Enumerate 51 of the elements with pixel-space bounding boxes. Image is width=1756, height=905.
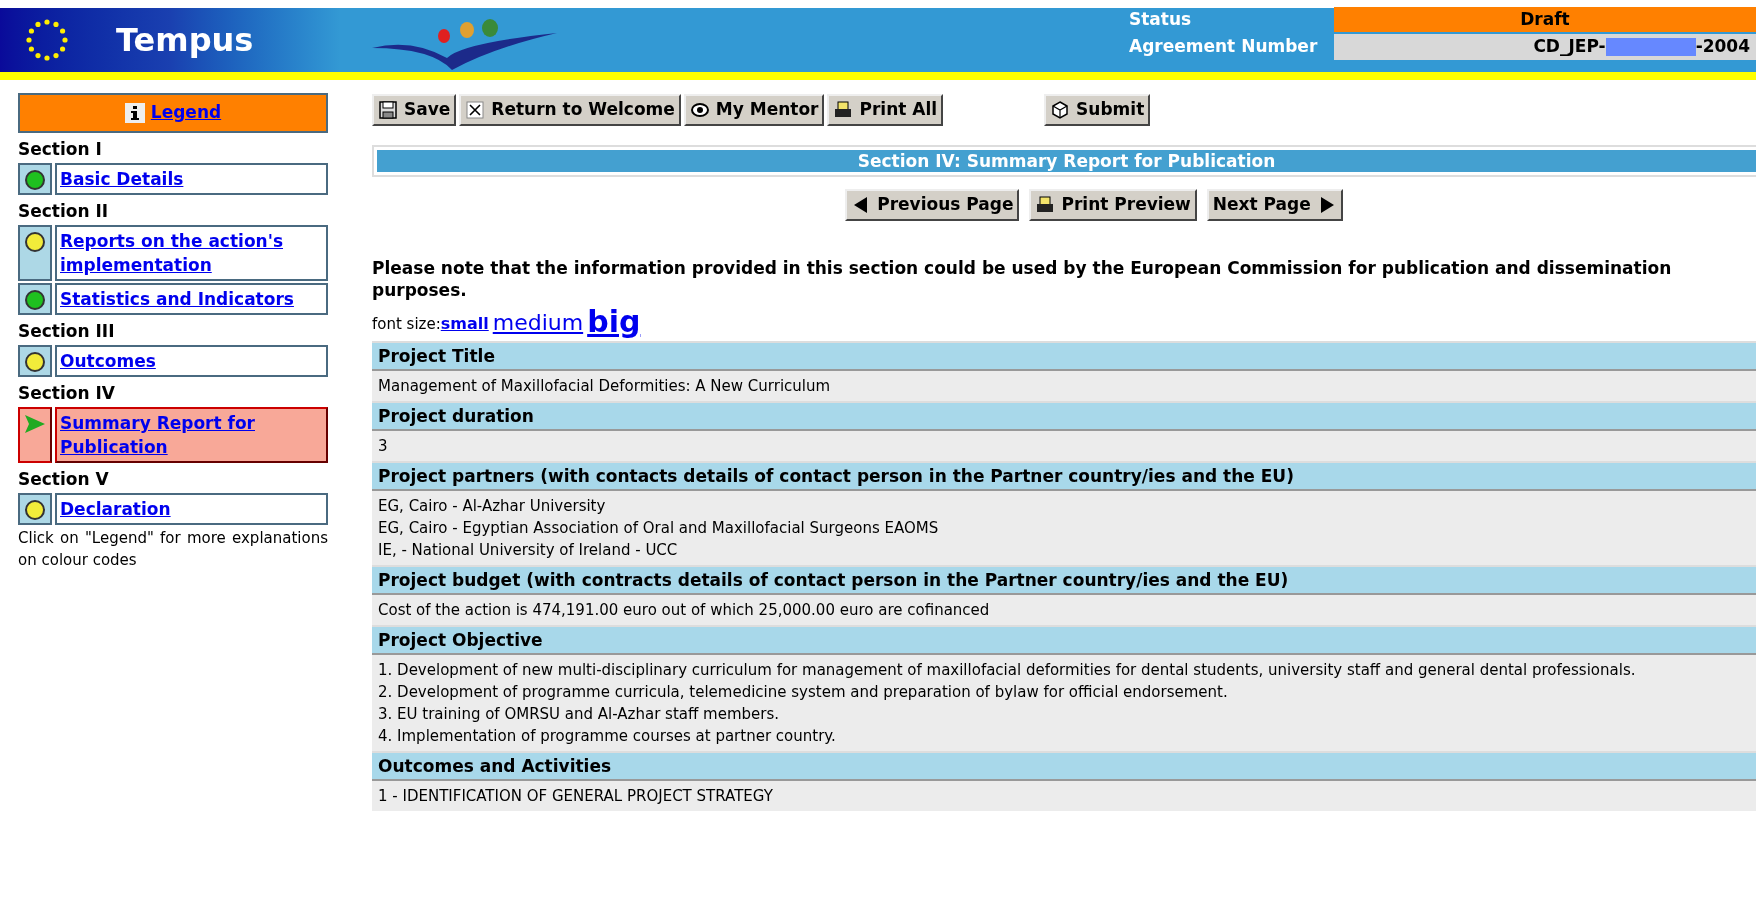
eye-icon bbox=[689, 100, 710, 120]
font-size-label: font size: bbox=[372, 313, 441, 335]
field-heading: Project budget (with contracts details of contact person in the Partner country/ies and the EU) bbox=[372, 565, 1756, 595]
field-value: 1 - IDENTIFICATION OF GENERAL PROJECT STRATEGY bbox=[378, 786, 774, 807]
info-icon bbox=[124, 103, 145, 123]
section-heading: Section IV bbox=[18, 382, 116, 405]
status-label: Status bbox=[1129, 7, 1193, 31]
font-size-link[interactable]: big bbox=[587, 305, 641, 339]
section-title-bar: Section IV: Summary Report for Publication bbox=[377, 150, 1756, 172]
field-value: Cost of the action is 474,191.00 euro out of which 25,000.00 euro are cofinanced bbox=[378, 600, 991, 621]
agreement-number-prefix: CD_JEP- bbox=[1533, 35, 1606, 58]
toolbar-button[interactable]: Print All bbox=[827, 94, 944, 126]
field-value: 4. Implementation of programme courses at partner country. bbox=[378, 726, 837, 747]
play-arrow-icon bbox=[24, 414, 46, 434]
site-title: Tempus bbox=[116, 20, 254, 61]
toolbar-button[interactable]: Next Page bbox=[1206, 189, 1343, 221]
status-value: Draft bbox=[1334, 6, 1756, 32]
toolbar-button[interactable]: Submit bbox=[1044, 94, 1151, 126]
toolbar-button[interactable]: Save bbox=[372, 94, 457, 126]
field-value: IE, - National University of Ireland - UCC bbox=[378, 540, 679, 561]
field-heading: Project duration bbox=[372, 401, 1756, 431]
toolbar-button[interactable]: Print Preview bbox=[1029, 189, 1197, 221]
field-value: EG, Cairo - Al-Azhar University bbox=[378, 496, 607, 517]
field-value: 1. Development of new multi-disciplinary curriculum for management of maxillofacial deformities for dental students, university staff and general dental professionals. bbox=[378, 660, 1637, 681]
printer-icon bbox=[1035, 195, 1056, 215]
printer-icon bbox=[833, 100, 854, 120]
toolbar-button[interactable]: Return to Welcome bbox=[459, 94, 681, 126]
field-value: 3 bbox=[378, 436, 389, 457]
field-value: 2. Development of programme curricula, telemedicine system and preparation of bylaw for official endorsement. bbox=[378, 682, 1229, 703]
field-value: Management of Maxillofacial Deformities: A New Curriculum bbox=[378, 376, 832, 397]
font-size-link[interactable]: medium bbox=[492, 306, 584, 339]
field-heading: Project partners (with contacts details of contact person in the Partner country/ies and the EU) bbox=[372, 461, 1756, 491]
field-heading: Project Objective bbox=[372, 625, 1756, 655]
toolbar-button[interactable]: My Mentor bbox=[683, 94, 825, 126]
font-size-link[interactable]: small bbox=[440, 312, 489, 336]
close-icon bbox=[465, 100, 486, 120]
field-heading: Project Title bbox=[372, 341, 1756, 371]
agreement-number-suffix: -2004 bbox=[1695, 35, 1750, 58]
section-heading: Section III bbox=[18, 320, 116, 343]
section-heading: Section II bbox=[18, 200, 110, 223]
section-heading: Section I bbox=[18, 138, 103, 161]
legend-link[interactable]: Legend bbox=[150, 100, 222, 126]
publication-notice: Please note that the information provided in this section could be used by the European Commission for publication and dissemination purposes. bbox=[372, 257, 1673, 301]
agreement-label: Agreement Number bbox=[1129, 35, 1319, 58]
field-value: EG, Cairo - Egyptian Association of Oral and Maxillofacial Surgeons EAOMS bbox=[378, 518, 940, 539]
section-heading: Section V bbox=[18, 468, 110, 491]
legend-hint: Click on "Legend" for more explanations on colour codes bbox=[18, 528, 328, 571]
toolbar-button[interactable]: Previous Page bbox=[845, 189, 1020, 221]
field-value: 3. EU training of OMRSU and Al-Azhar staff members. bbox=[378, 704, 781, 725]
cube-icon bbox=[1050, 100, 1071, 120]
field-heading: Outcomes and Activities bbox=[372, 751, 1756, 781]
